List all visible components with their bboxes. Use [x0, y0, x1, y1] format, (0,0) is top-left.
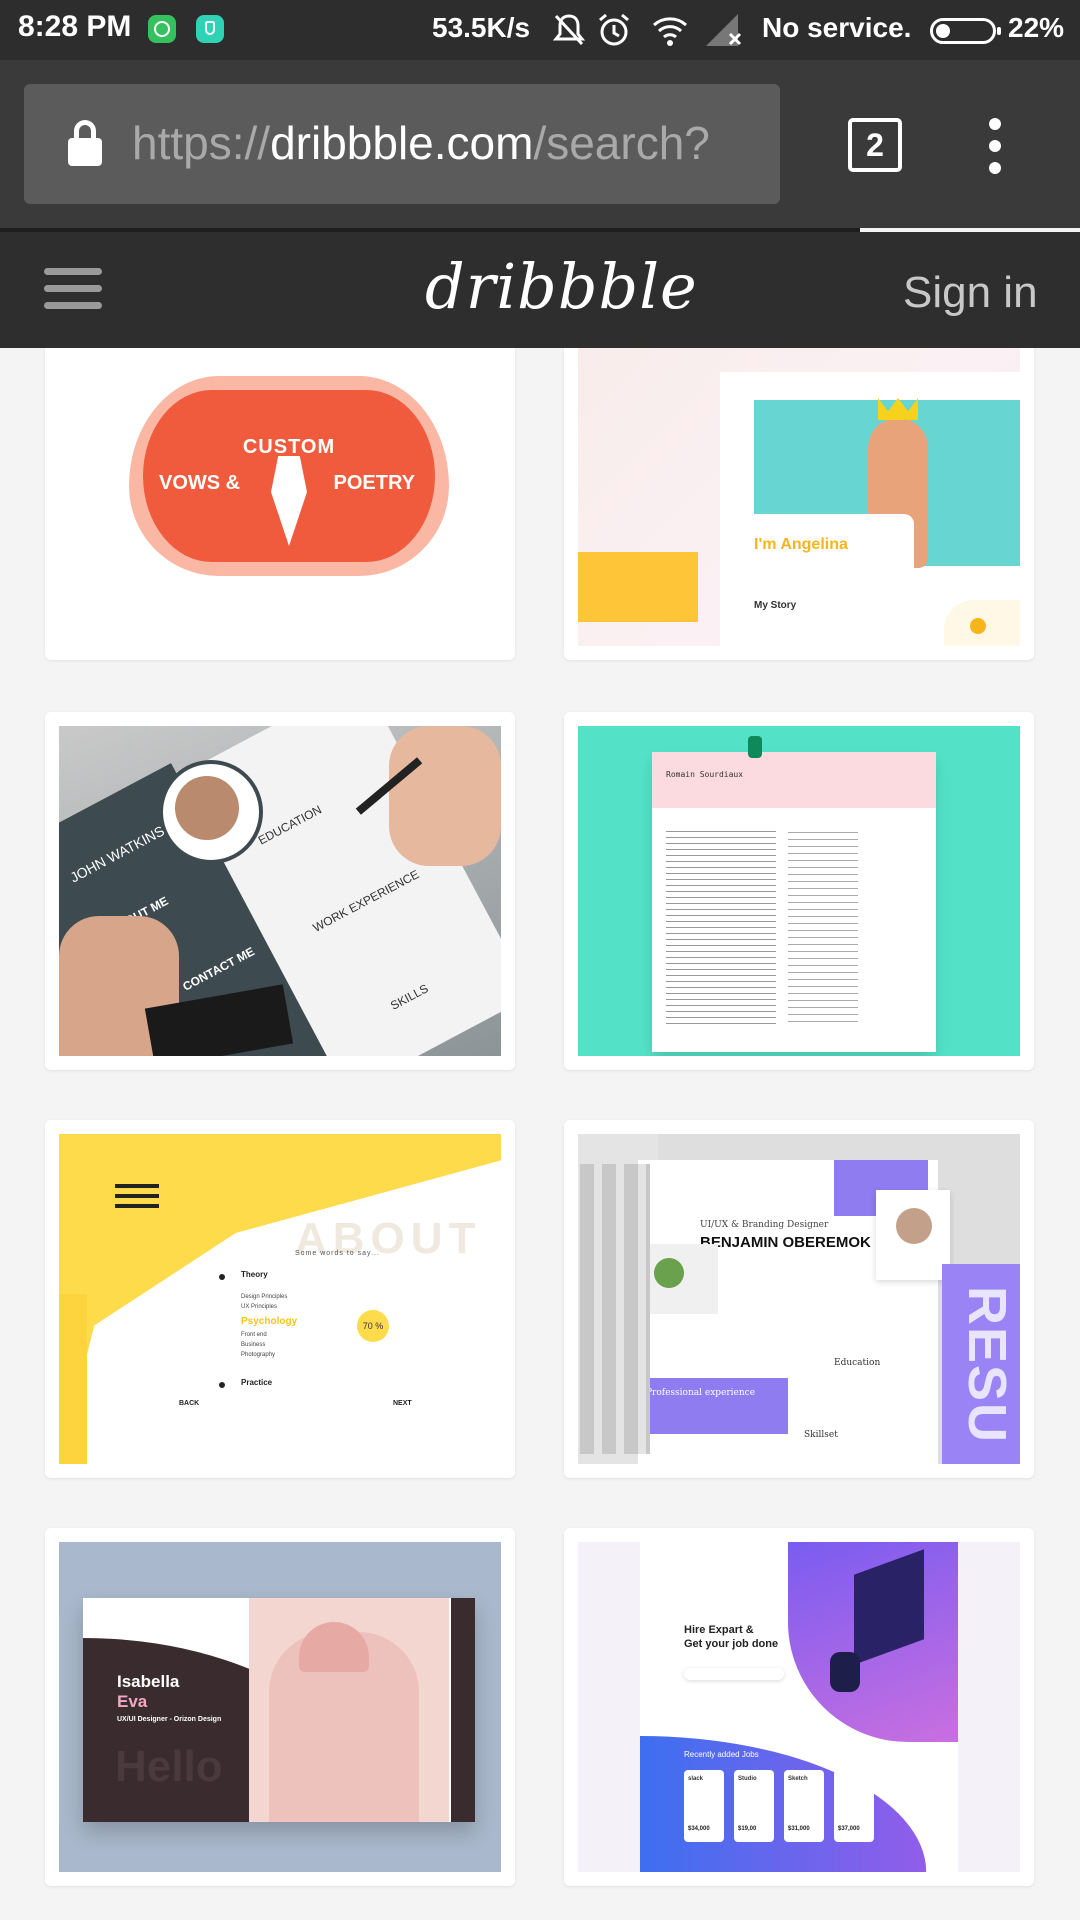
shot-subheading: My Story: [754, 600, 797, 611]
status-time: 8:28 PM: [18, 10, 132, 43]
shot-text: Hello: [115, 1742, 223, 1791]
dribbble-logo[interactable]: dribbble: [425, 250, 698, 323]
shot-thumbnail[interactable]: JOHN WATKINS ABOUT ME CONTACT ME EDUCATI…: [59, 726, 501, 1056]
badge-text: CUSTOM: [242, 436, 336, 458]
lock-icon: [68, 120, 102, 166]
shot-text: Practice: [241, 1378, 273, 1387]
shot-text: NEXT: [393, 1400, 412, 1407]
shot-text: Some words to say...: [295, 1250, 380, 1257]
shield-app-icon: [196, 15, 224, 43]
shot-text: Isabella: [117, 1672, 180, 1691]
status-bar: 8:28 PM 53.5K/s No service. 22%: [0, 0, 1080, 60]
shot-heading: Get your job done: [684, 1638, 779, 1650]
shot-text: $37,000: [838, 1826, 860, 1832]
shot-text: Psychology: [241, 1316, 298, 1327]
shot-card[interactable]: ABOUT Some words to say... Theory Design…: [45, 1120, 515, 1478]
shot-heading: I'm Angelina: [754, 536, 848, 553]
shot-thumbnail[interactable]: Hello Isabella Eva UX/UI Designer - Oriz…: [59, 1542, 501, 1872]
shot-text: Sketch: [788, 1776, 808, 1782]
alarm-icon: [599, 13, 629, 46]
signal-icon: [706, 14, 742, 46]
shot-text: UX/UI Designer - Orizon Design: [117, 1716, 222, 1723]
shot-card[interactable]: Romain Sourdiaux: [564, 712, 1034, 1070]
shot-card[interactable]: I'm Angelina My Story: [564, 348, 1034, 660]
shot-text: Front end: [241, 1332, 267, 1338]
shot-text: slack: [688, 1776, 704, 1782]
browser-toolbar: https://dribbble.com/search? 2: [0, 60, 1080, 228]
shot-text: Education: [834, 1358, 881, 1368]
shot-side-text: RESU: [957, 1285, 1018, 1445]
shot-card[interactable]: UI/UX & Branding Designer BENJAMIN OBERE…: [564, 1120, 1034, 1478]
shot-text: Business: [241, 1342, 266, 1348]
percent-badge: 70 %: [357, 1310, 389, 1342]
shot-thumbnail[interactable]: Hire Expart & Get your job done Recently…: [578, 1542, 1020, 1872]
battery-percent: 22%: [1008, 12, 1065, 43]
url-host: dribbble.com: [270, 117, 534, 169]
carrier-text: No service.: [762, 12, 912, 43]
url-text[interactable]: https://dribbble.com/search?: [132, 116, 772, 170]
shot-text: BACK: [179, 1400, 200, 1407]
shot-thumbnail[interactable]: UI/UX & Branding Designer BENJAMIN OBERE…: [578, 1134, 1020, 1464]
shot-text: Design Principles: [241, 1294, 288, 1300]
shot-text: $19,00: [738, 1826, 757, 1832]
shot-thumbnail[interactable]: I'm Angelina My Story: [578, 348, 1020, 646]
shot-text: UI/UX & Branding Designer: [700, 1220, 829, 1230]
url-bar[interactable]: https://dribbble.com/search?: [24, 84, 780, 204]
shot-heading: Hire Expart &: [684, 1624, 754, 1636]
url-path: /search?: [533, 117, 710, 169]
pen-nib-icon: [271, 456, 307, 546]
shot-text: $31,000: [788, 1826, 810, 1832]
shot-text: Recently added Jobs: [684, 1750, 759, 1759]
tab-switcher-button[interactable]: 2: [848, 118, 902, 172]
shot-thumbnail[interactable]: ABOUT Some words to say... Theory Design…: [59, 1134, 501, 1464]
badge-text: VOWS &: [159, 472, 241, 494]
shot-text: $34,000: [688, 1826, 710, 1832]
shot-card[interactable]: JOHN WATKINS ABOUT ME CONTACT ME EDUCATI…: [45, 712, 515, 1070]
url-scheme: https://: [132, 117, 271, 169]
overflow-menu-icon[interactable]: [980, 118, 1010, 174]
network-speed: 53.5K/s: [432, 12, 531, 43]
shot-text: Skillset: [804, 1430, 838, 1440]
battery-icon: [930, 18, 1001, 44]
shot-text: Professional experience: [646, 1388, 756, 1398]
shot-thumbnail[interactable]: Romain Sourdiaux: [578, 726, 1020, 1056]
shot-text: Studio: [738, 1776, 757, 1782]
shot-text: Theory: [241, 1270, 268, 1279]
shot-text: BENJAMIN OBEREMOK: [700, 1234, 871, 1251]
sign-in-link[interactable]: Sign in: [903, 268, 1038, 318]
mute-bell-icon: [552, 14, 586, 46]
badge-text: POETRY: [333, 472, 416, 494]
shot-card[interactable]: CUSTOM VOWS & POETRY: [45, 348, 515, 660]
shot-text: Photography: [241, 1352, 276, 1358]
shot-text: Eva: [117, 1692, 148, 1711]
site-header: dribbble Sign in: [0, 232, 1080, 348]
whatsapp-icon: [148, 15, 176, 43]
shot-text: Romain Sourdiaux: [666, 770, 744, 779]
shot-text: UX Principles: [241, 1304, 278, 1310]
hamburger-menu-icon[interactable]: [44, 268, 102, 312]
shot-card[interactable]: Hello Isabella Eva UX/UI Designer - Oriz…: [45, 1528, 515, 1886]
shot-card[interactable]: Hire Expart & Get your job done Recently…: [564, 1528, 1034, 1886]
shot-thumbnail[interactable]: CUSTOM VOWS & POETRY: [59, 348, 501, 646]
shots-grid: CUSTOM VOWS & POETRY I'm Angelina My Sto…: [0, 348, 1080, 1920]
wifi-icon: [653, 17, 687, 46]
